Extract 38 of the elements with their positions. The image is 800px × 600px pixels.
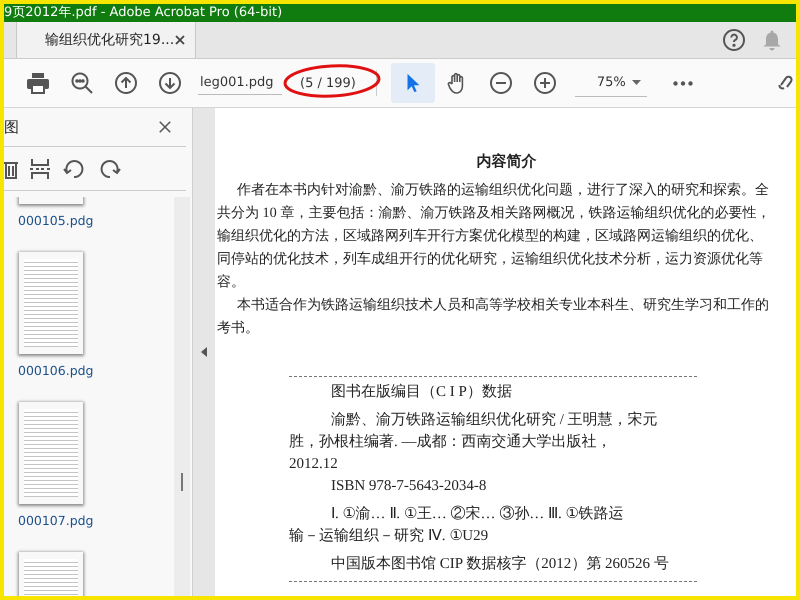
text-line: ISBN 978-7-5643-2034-8 (330, 477, 488, 496)
page-thumbnail-item[interactable]: 000106.pdg (18, 251, 174, 401)
close-icon[interactable] (175, 35, 185, 45)
help-icon (722, 28, 746, 52)
search-icon (70, 71, 94, 95)
text-line: 输－运输组织－研究 Ⅳ. ①U29 (289, 526, 490, 546)
window-title: 9页2012年.pdf - Adobe Acrobat Pro (64-bit) (4, 4, 796, 22)
caret-icon (632, 80, 641, 85)
text-line: 容。 (217, 273, 246, 292)
zoom-out-icon (488, 71, 513, 95)
text-line: 作者在本书内针对渝黔、渝万铁路的运输组织优化问题，进行了深入的研究和探索。全 (236, 181, 770, 200)
page-thumbnail-item[interactable]: 000105.pdg (18, 197, 174, 251)
extract-button[interactable] (30, 158, 50, 178)
text-line: 同停站的优化技术，列车成组开行的优化研究，运输组织优化技术分析，运力资源优化等 (217, 250, 764, 269)
scrollbar[interactable] (174, 197, 190, 596)
zoom-in-icon (532, 71, 557, 95)
collapse-arrow-icon[interactable] (201, 347, 207, 357)
text-line: 共分为 10 章，主要包括：渝黔、渝万铁路及相关路网概况，铁路运输组织优化的必要性， (217, 204, 772, 223)
split-page-icon (30, 158, 50, 178)
text-line: 考书。 (217, 319, 260, 338)
text-line: 渝黔、渝万铁路运输组织优化研究 / 王明慧，宋元 (330, 410, 659, 430)
page-thumbnail-item[interactable]: 000107.pdg (18, 401, 174, 551)
page-count: (5 / 199) (300, 76, 356, 90)
text-line: 2012.12 (289, 455, 339, 474)
document-tab[interactable]: 输组织优化研究19... (16, 22, 196, 58)
more-icon (672, 80, 693, 86)
text-line: 本书适合作为铁路运输组织技术人员和高等学校相关专业本科生、研究生学习和工作的 (236, 296, 770, 315)
text-line: 输组织优化的方法，区域路网列车开行方案优化模型的构建，区域路网运输组织的优化、 (217, 227, 764, 246)
zoom-dropdown[interactable]: 75% (574, 69, 647, 97)
page-field[interactable]: leg001.pdg (198, 71, 282, 95)
select-tool-button[interactable] (390, 63, 435, 103)
panel-title: 图 (4, 118, 19, 136)
text-line: Ⅰ. ①渝… Ⅱ. ①王… ②宋… ③孙… Ⅲ. ①铁路运 (330, 504, 624, 524)
text-line: 中国版本图书馆 CIP 数据核字（2012）第 260526 号 (330, 554, 670, 574)
printer-icon (26, 72, 50, 94)
text-line: 胜，孙根柱编著. —成都：西南交通大学出版社， (289, 432, 612, 452)
page-heading: 内容简介 (476, 152, 538, 171)
cip-title: 图书在版编目（C I P）数据 (330, 382, 513, 402)
